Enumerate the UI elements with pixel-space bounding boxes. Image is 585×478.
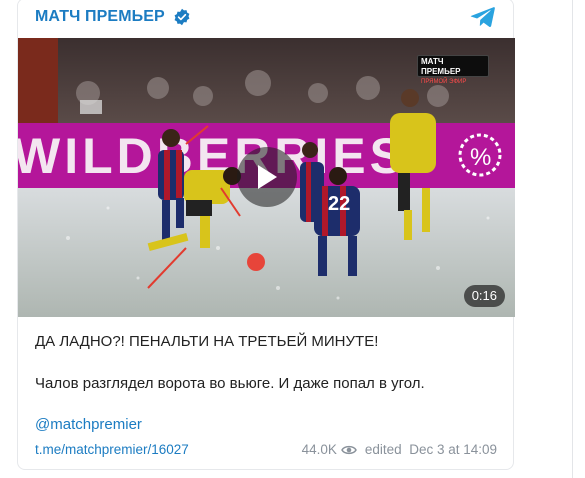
play-button[interactable] [237, 147, 297, 207]
post-permalink[interactable]: t.me/matchpremier/16027 [35, 442, 189, 457]
verified-badge-icon [174, 8, 190, 26]
view-count: 44.0K [301, 442, 337, 457]
broadcast-badge-title: МАТЧ ПРЕМЬЕР [421, 57, 461, 76]
play-icon [258, 165, 277, 189]
channel-name[interactable]: МАТЧ ПРЕМЬЕР [35, 8, 165, 26]
post-footer: t.me/matchpremier/16027 44.0K edited Dec… [35, 442, 497, 460]
post-body: Чалов разглядел ворота во вьюге. И даже … [35, 375, 425, 392]
broadcast-badge: МАТЧ ПРЕМЬЕР ПРЯМОЙ ЭФИР [417, 55, 489, 85]
telegram-icon[interactable] [470, 5, 496, 29]
post-meta: 44.0K edited Dec 3 at 14:09 [302, 442, 497, 457]
post-title: ДА ЛАДНО?! ПЕНАЛЬТИ НА ТРЕТЬЕЙ МИНУТЕ! [35, 333, 379, 350]
edited-timestamp: edited Dec 3 at 14:09 [364, 442, 497, 457]
post-header: МАТЧ ПРЕМЬЕР [35, 6, 191, 28]
broadcast-badge-live: ПРЯМОЙ ЭФИР [421, 79, 467, 85]
video-player[interactable]: WILDBERRIES % 22 МАТЧ ПРЕМЬЕР ПРЯМОЙ ЭФИ… [18, 38, 515, 317]
channel-mention-link[interactable]: @matchpremier [35, 416, 142, 433]
divider [572, 0, 573, 478]
eye-icon [341, 445, 357, 454]
shirt-number: 22 [328, 193, 350, 215]
svg-text:%: % [470, 144, 491, 171]
video-duration: 0:16 [463, 285, 505, 307]
